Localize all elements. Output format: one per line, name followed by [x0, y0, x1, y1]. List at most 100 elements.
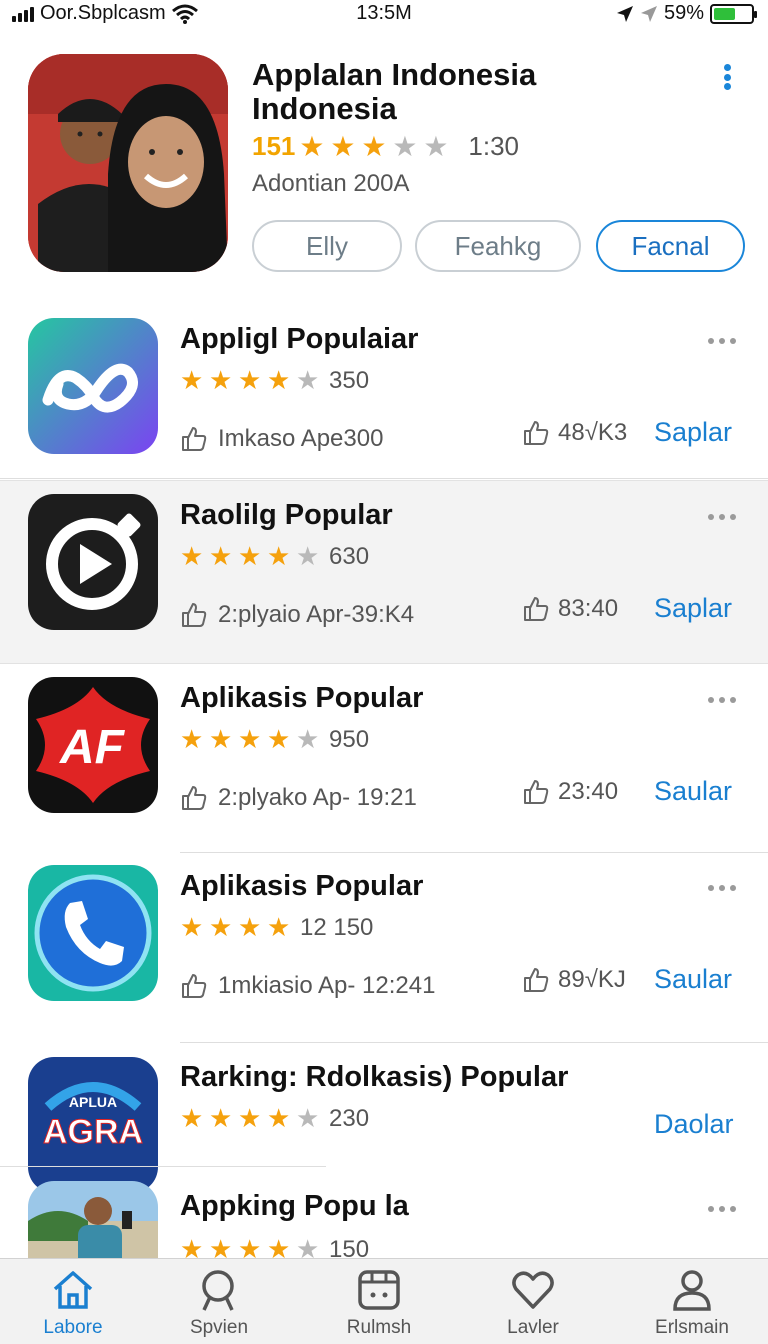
app-meta-left: 2:plyako Ap- 19:21 [180, 784, 417, 812]
filter-pill-2[interactable]: Facnal [596, 220, 745, 272]
status-bar: Oor.Sbplcasm 13:5M 59% [0, 0, 768, 28]
app-list-row[interactable]: Raolilg Popular ★ ★ ★ ★ ★ 630 2:plyaio Apr-39:K… [0, 480, 768, 664]
star-icon: ★ [392, 131, 418, 162]
more-horizontal-icon[interactable] [708, 697, 736, 703]
tab-profile[interactable]: Erlsmain [632, 1267, 752, 1339]
star-rating: ★ ★ ★ ★ ★ 950 [180, 724, 369, 755]
app-meta-right: 83:40 [522, 595, 618, 623]
star-icon: ★ [296, 541, 320, 571]
download-button[interactable]: Saplar [654, 417, 732, 448]
star-icon: ★ [296, 724, 320, 754]
list-divider [0, 1166, 326, 1167]
star-rating: ★ ★ ★ ★ 12 150 [180, 912, 373, 943]
app-meta-right: 48√K3 [522, 419, 627, 447]
person-icon [673, 1270, 711, 1311]
meta-right-text: 23:40 [558, 778, 619, 805]
meta-right-text: 83:40 [558, 595, 619, 622]
app-list-row[interactable]: Aplikasis Popular ★ ★ ★ ★ 12 150 1mkiasio Ap- … [0, 852, 768, 1043]
star-icon: ★ [209, 541, 233, 571]
tab-favorites[interactable]: Lavler [473, 1267, 593, 1339]
star-icon: ★ [238, 1103, 262, 1133]
battery-percent: 59% [663, 2, 704, 24]
tab-label: Lavler [507, 1317, 559, 1338]
filter-pill-0[interactable]: Elly [252, 220, 402, 272]
af-logo-icon: AF [28, 677, 158, 813]
app-meta-left: Imkaso Ape300 [180, 425, 383, 453]
app-title: Aplikasis Popular [180, 870, 424, 902]
filter-pill-1[interactable]: Feahkg [415, 220, 581, 272]
rating-count: 350 [329, 366, 370, 394]
svg-text:AGRA: AGRA [43, 1113, 143, 1151]
star-icon: ★ [180, 365, 204, 395]
star-icon: ★ [267, 912, 291, 942]
tab-calendar[interactable]: Rulmsh [319, 1267, 439, 1339]
app-title: Appligl Populaiar [180, 323, 419, 355]
star-icon: ★ [209, 365, 233, 395]
download-button[interactable]: Saular [654, 776, 732, 807]
rating-count: 950 [329, 725, 370, 753]
tab-label: Rulmsh [346, 1317, 412, 1338]
svg-text:AF: AF [59, 721, 126, 774]
star-icon: ★ [209, 1103, 233, 1133]
tab-label: Erlsmain [655, 1317, 729, 1338]
app-list-row[interactable]: APLUA AGRA Rarking: Rdolkasis) Popular ★ ★ ★ ★… [0, 1043, 768, 1193]
app-meta-left: 2:plyaio Apr-39:K4 [180, 601, 414, 629]
star-icon: ★ [299, 131, 325, 162]
meta-left-text: 1mkiasio Ap- 12:241 [218, 972, 436, 999]
more-vertical-icon[interactable] [716, 62, 738, 92]
featured-app-card[interactable]: Applalan Indonesia Indonesia 151 ★ ★ ★ ★ ★ 1… [0, 40, 768, 290]
thumbs-up-icon [524, 421, 549, 445]
featured-rating: 151 ★ ★ ★ ★ ★ 1:30 [252, 130, 519, 163]
list-divider [0, 478, 768, 479]
download-button[interactable]: Saular [654, 964, 732, 995]
app-list-row[interactable]: Appking Popu la ★ ★ ★ ★ ★ 150 [0, 1168, 768, 1317]
featured-title: Applalan Indonesia Indonesia [252, 57, 537, 126]
tab-home[interactable]: Labore [13, 1267, 133, 1339]
star-icon: ★ [267, 541, 291, 571]
rating-count: 630 [329, 542, 370, 570]
app-title: Raolilg Popular [180, 499, 393, 531]
star-icon: ★ [238, 724, 262, 754]
more-horizontal-icon[interactable] [708, 885, 736, 891]
star-icon: ★ [238, 365, 262, 395]
star-icon: ★ [361, 131, 387, 162]
download-button[interactable]: Saplar [654, 593, 732, 624]
star-icon: ★ [209, 912, 233, 942]
thumbs-up-icon [182, 427, 207, 451]
list-divider [180, 1042, 768, 1043]
meta-left-text: Imkaso Ape300 [218, 425, 384, 452]
star-rating: ★ ★ ★ ★ ★ 350 [180, 365, 369, 396]
download-button[interactable]: Daolar [654, 1109, 734, 1140]
app-title: Rarking: Rdolkasis) Popular [180, 1061, 569, 1093]
home-icon [53, 1271, 93, 1309]
star-icon: ★ [180, 724, 204, 754]
app-meta-right: 23:40 [522, 778, 618, 806]
location-arrow-icon [640, 5, 657, 22]
featured-rating-after: 1:30 [468, 131, 519, 161]
heart-icon [512, 1271, 554, 1309]
calendar-icon [358, 1270, 400, 1310]
star-icon: ★ [267, 1103, 291, 1133]
star-icon: ★ [267, 724, 291, 754]
more-horizontal-icon[interactable] [708, 1206, 736, 1212]
more-horizontal-icon[interactable] [708, 514, 736, 520]
meta-right-text: 89√KJ [558, 966, 626, 993]
thumbs-up-icon [182, 974, 207, 998]
thumbs-up-icon [182, 603, 207, 627]
tab-search[interactable]: Spvien [159, 1267, 279, 1339]
star-icon: ★ [296, 365, 320, 395]
star-icon: ★ [267, 365, 291, 395]
more-horizontal-icon[interactable] [708, 338, 736, 344]
meta-right-text: 48√K3 [558, 419, 628, 446]
star-rating: ★ ★ ★ ★ ★ [299, 130, 454, 163]
featured-rating-number: 151 [252, 131, 296, 161]
app-list-row[interactable]: AF Aplikasis Popular ★ ★ ★ ★ ★ 950 2:plyako Ap- … [0, 664, 768, 852]
star-rating: ★ ★ ★ ★ ★ 230 [180, 1103, 369, 1134]
location-arrow-icon [616, 5, 633, 22]
star-icon: ★ [180, 1103, 204, 1133]
tab-bar: Labore Spvien Rulmsh Lavler Erlsmain [0, 1258, 768, 1344]
featured-photo [28, 54, 228, 272]
star-rating: ★ ★ ★ ★ ★ 630 [180, 541, 369, 572]
meta-left-text: 2:plyako Ap- 19:21 [218, 784, 417, 811]
app-list-row[interactable]: Appligl Populaiar ★ ★ ★ ★ ★ 350 Imkaso Ape300 48… [0, 305, 768, 480]
